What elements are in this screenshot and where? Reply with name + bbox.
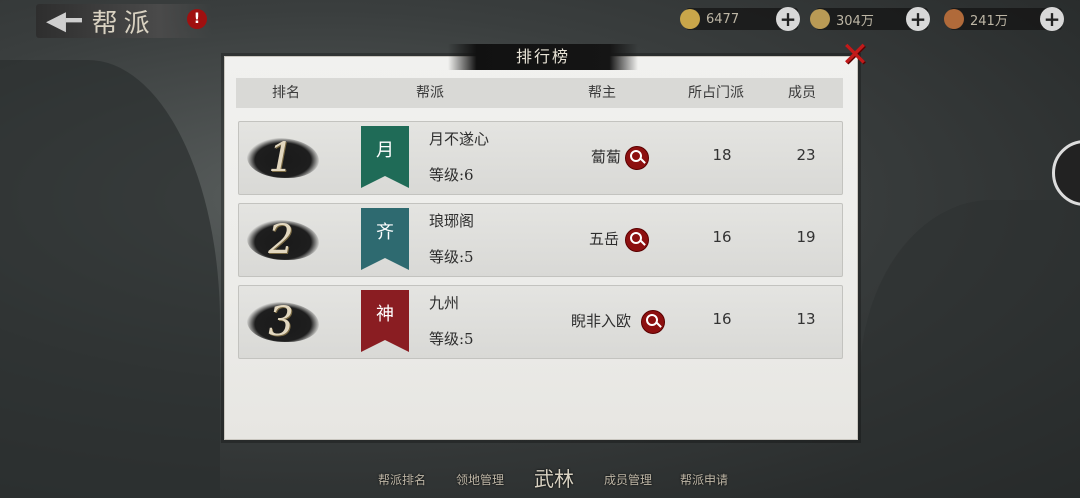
member-count: 19 — [796, 228, 816, 246]
gold-ingot-icon — [680, 9, 700, 29]
rank-number: 3 — [268, 299, 294, 345]
banner-character: 神 — [376, 304, 394, 325]
nav-territory-management[interactable]: 领地管理 — [456, 471, 504, 488]
resource-copper-value: 241万 — [970, 13, 1008, 29]
background-mountain-left — [0, 60, 220, 498]
banner-character: 月 — [376, 140, 394, 161]
add-silver-button[interactable]: + — [906, 7, 930, 31]
add-copper-button[interactable]: + — [1040, 7, 1064, 31]
banner-character: 齐 — [376, 222, 394, 243]
guild-banner-icon: 月 — [361, 126, 409, 188]
bottom-nav: 帮派排名 领地管理 武林 成员管理 帮派申请 — [372, 438, 762, 498]
nav-member-management[interactable]: 成员管理 — [604, 471, 652, 488]
guild-name: 九州 — [429, 294, 460, 312]
rank-number: 1 — [268, 135, 294, 181]
page-title: 帮派 — [91, 8, 156, 39]
sect-count: 18 — [712, 146, 732, 164]
guild-banner-icon: 齐 — [361, 208, 409, 270]
search-icon[interactable] — [641, 310, 665, 334]
resource-gold-value: 6477 — [706, 11, 740, 27]
resource-gold: 6477 + — [680, 7, 800, 31]
guild-level: 等级:5 — [429, 248, 474, 266]
member-count: 23 — [796, 146, 816, 164]
leader-name: 五岳 — [589, 230, 620, 248]
rank-number: 2 — [268, 217, 294, 263]
search-icon[interactable] — [625, 146, 649, 170]
back-arrow-icon: ◀━ — [46, 6, 82, 36]
resource-silver: 304万 + — [810, 7, 930, 31]
column-header-rank: 排名 — [272, 85, 300, 101]
column-header-members: 成员 — [788, 85, 816, 101]
back-button[interactable]: ◀━ 帮派 — [36, 4, 212, 39]
guild-name: 琅琊阁 — [429, 212, 475, 230]
leader-name: 蔔蔔 — [591, 148, 622, 166]
nav-guild-applications[interactable]: 帮派申请 — [680, 471, 728, 488]
nav-wulin[interactable]: 武林 — [534, 463, 574, 492]
alert-icon[interactable]: ! — [187, 9, 207, 29]
side-menu-button[interactable] — [1052, 140, 1080, 206]
nav-guild-ranking[interactable]: 帮派排名 — [378, 471, 426, 488]
guild-banner-icon: 神 — [361, 290, 409, 352]
sect-count: 16 — [712, 310, 732, 328]
table-row[interactable]: 3 神 九州 等级:5 睨非入欧 16 13 — [238, 285, 843, 359]
guild-level: 等级:5 — [429, 330, 474, 348]
copper-coin-icon — [944, 9, 964, 29]
leader-name: 睨非入欧 — [571, 312, 632, 330]
panel-title: 排行榜 — [448, 44, 638, 70]
table-row[interactable]: 2 齐 琅琊阁 等级:5 五岳 16 19 — [238, 203, 843, 277]
guild-level: 等级:6 — [429, 166, 474, 184]
table-header: 排名 帮派 帮主 所占门派 成员 — [236, 78, 843, 108]
column-header-guild: 帮派 — [416, 85, 444, 101]
column-header-leader: 帮主 — [588, 85, 616, 101]
close-button[interactable]: ✕ — [838, 38, 872, 72]
silver-coin-icon — [810, 9, 830, 29]
add-gold-button[interactable]: + — [776, 7, 800, 31]
guild-name: 月不遂心 — [429, 130, 490, 148]
background-mountain-right — [860, 200, 1080, 498]
member-count: 13 — [796, 310, 816, 328]
column-header-sects: 所占门派 — [688, 85, 744, 101]
search-icon[interactable] — [625, 228, 649, 252]
resource-silver-value: 304万 — [836, 13, 874, 29]
table-row[interactable]: 1 月 月不遂心 等级:6 蔔蔔 18 23 — [238, 121, 843, 195]
sect-count: 16 — [712, 228, 732, 246]
resource-copper: 241万 + — [944, 7, 1064, 31]
